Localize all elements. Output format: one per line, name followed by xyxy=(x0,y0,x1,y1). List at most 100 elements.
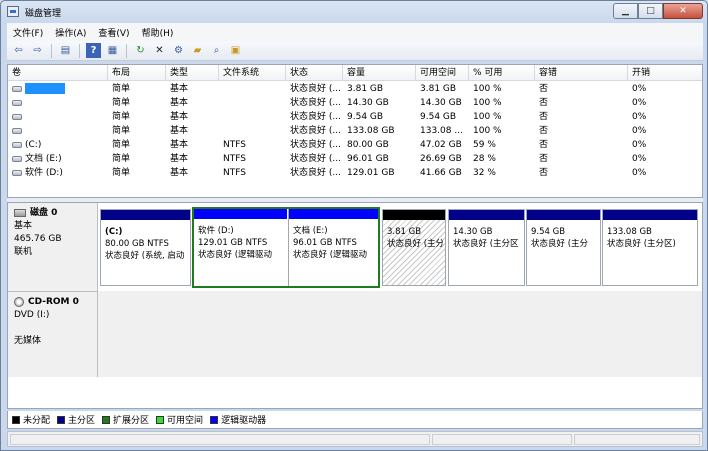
volume-layout: 简单 xyxy=(108,138,166,152)
volume-free-space-text: 133.08 ... xyxy=(420,126,463,136)
volume-row[interactable]: 简单 基本 状态良好 (... 14.30 GB 14.30 GB 100 % 否 0% xyxy=(8,96,702,110)
partition-c[interactable]: (C:) 80.00 GB NTFS 状态良好 (系统, 启动 xyxy=(100,209,191,286)
volume-list-header: 卷 布局 类型 文件系统 状态 容量 可用空间 % 可用 容错 开销 xyxy=(8,65,702,81)
partition-133-08gb[interactable]: 133.08 GB 状态良好 (主分区) xyxy=(602,209,698,286)
volume-row[interactable]: 简单 基本 状态良好 (... 3.81 GB 3.81 GB 100 % 否 0% xyxy=(8,82,702,96)
drive-icon xyxy=(12,113,22,120)
volume-filesystem-text: NTFS xyxy=(223,154,246,164)
disk-0-type: 基本 xyxy=(14,221,33,231)
close-button[interactable]: ✕ xyxy=(663,3,703,19)
volume-layout-text: 简单 xyxy=(112,112,131,122)
settings-icon[interactable]: ⚙ xyxy=(171,43,186,58)
partition-3-81gb[interactable]: 3.81 GB 状态良好 (主分 xyxy=(382,209,446,286)
drive-icon xyxy=(12,141,22,148)
disk-0-label[interactable]: 磁盘 0 基本 465.76 GB 联机 xyxy=(8,203,98,291)
column-header-volume[interactable]: 卷 xyxy=(8,65,108,81)
volume-fault-tolerance: 否 xyxy=(535,110,628,124)
volume-row[interactable]: (C:) 简单 基本 NTFS 状态良好 (... 80.00 GB 47.02 GB 59 … xyxy=(8,138,702,152)
menu-help[interactable]: 帮助(H) xyxy=(136,26,180,39)
partition-e[interactable]: 文档 (E:) 96.01 GB NTFS 状态良好 (逻辑驱动 xyxy=(288,209,378,286)
volume-percent-free-text: 100 % xyxy=(473,98,502,108)
volume-name: (C:) xyxy=(8,138,108,152)
volume-layout-text: 简单 xyxy=(112,98,131,108)
cdrom-0-type: DVD (I:) xyxy=(14,310,50,320)
volume-type: 基本 xyxy=(166,138,219,152)
menu-file[interactable]: 文件(F) xyxy=(7,26,49,39)
volume-name-text: (C:) xyxy=(25,140,42,150)
volume-status: 状态良好 (... xyxy=(286,166,343,180)
volume-layout: 简单 xyxy=(108,152,166,166)
search-icon[interactable]: ⌕ xyxy=(209,43,224,58)
volume-overhead-text: 0% xyxy=(632,112,647,122)
volume-fault-tolerance: 否 xyxy=(535,138,628,152)
back-icon[interactable]: ⇦ xyxy=(11,43,26,58)
volume-row[interactable]: 文档 (E:) 简单 基本 NTFS 状态良好 (... 96.01 GB 26.69 GB… xyxy=(8,152,702,166)
forward-icon[interactable]: ⇨ xyxy=(30,43,45,58)
properties-icon[interactable]: ▤ xyxy=(58,43,73,58)
volume-percent-free-text: 32 % xyxy=(473,168,496,178)
open-icon[interactable]: ▰ xyxy=(190,43,205,58)
volume-capacity-text: 3.81 GB xyxy=(347,84,384,94)
refresh-icon[interactable]: ↻ xyxy=(133,43,148,58)
partition-label: (C:) xyxy=(105,227,123,237)
volume-fault-tolerance-text: 否 xyxy=(539,98,549,108)
volume-overhead: 0% xyxy=(628,166,702,180)
delete-icon[interactable]: ✕ xyxy=(152,43,167,58)
volume-capacity-text: 14.30 GB xyxy=(347,98,389,108)
volume-capacity: 80.00 GB xyxy=(343,138,416,152)
volume-filesystem xyxy=(219,110,286,124)
cdrom-0-label[interactable]: CD-ROM 0 DVD (I:) 无媒体 xyxy=(8,291,98,377)
volume-status: 状态良好 (... xyxy=(286,152,343,166)
export-icon[interactable]: ▣ xyxy=(228,43,243,58)
volume-fault-tolerance: 否 xyxy=(535,166,628,180)
partition-9-54gb[interactable]: 9.54 GB 状态良好 (主分 xyxy=(526,209,601,286)
volume-capacity: 129.01 GB xyxy=(343,166,416,180)
column-header-overhead[interactable]: 开销 xyxy=(628,65,702,81)
cdrom-0-media-area xyxy=(98,291,702,377)
window-title: 磁盘管理 xyxy=(25,9,62,19)
column-header-free-space[interactable]: 可用空间 xyxy=(416,65,469,81)
volume-percent-free-text: 100 % xyxy=(473,112,502,122)
volume-free-space-text: 47.02 GB xyxy=(420,140,462,150)
legend-swatch xyxy=(57,415,66,424)
volume-fault-tolerance: 否 xyxy=(535,124,628,138)
disk-management-window: 磁盘管理 ▁ □ ✕ 文件(F) 操作(A) 查看(V) 帮助(H) ⇦ ⇨ ▤… xyxy=(0,0,708,451)
volume-layout: 简单 xyxy=(108,82,166,96)
volume-name xyxy=(8,96,108,110)
volume-row[interactable]: 简单 基本 状态良好 (... 133.08 GB 133.08 ... 100 % 否 0% xyxy=(8,124,702,138)
column-header-layout[interactable]: 布局 xyxy=(108,65,166,81)
minimize-button[interactable]: ▁ xyxy=(613,3,638,19)
partition-d[interactable]: 软件 (D:) 129.01 GB NTFS 状态良好 (逻辑驱动 xyxy=(194,209,287,286)
volume-percent-free: 28 % xyxy=(469,152,535,166)
volume-free-space-text: 3.81 GB xyxy=(420,84,457,94)
column-header-fault-tolerance[interactable]: 容错 xyxy=(535,65,628,81)
volume-type-text: 基本 xyxy=(170,112,189,122)
column-header-percent-free[interactable]: % 可用 xyxy=(469,65,535,81)
volume-status-text: 状态良好 (... xyxy=(290,84,341,94)
partition-status: 状态良好 (系统, 启动 xyxy=(105,251,185,261)
menu-action[interactable]: 操作(A) xyxy=(49,26,92,39)
volume-row[interactable]: 简单 基本 状态良好 (... 9.54 GB 9.54 GB 100 % 否 0% xyxy=(8,110,702,124)
column-header-type[interactable]: 类型 xyxy=(166,65,219,81)
console-icon[interactable]: ▦ xyxy=(105,43,120,58)
volume-row[interactable]: 软件 (D:) 简单 基本 NTFS 状态良好 (... 129.01 GB 41.66 G… xyxy=(8,166,702,180)
volume-status-text: 状态良好 (... xyxy=(290,112,341,122)
legend-swatch xyxy=(210,415,219,424)
partition-14-30gb[interactable]: 14.30 GB 状态良好 (主分区 xyxy=(448,209,525,286)
title-bar[interactable]: 磁盘管理 ▁ □ ✕ xyxy=(1,1,707,23)
partition-size: 129.01 GB NTFS xyxy=(198,238,268,248)
partition-status: 状态良好 (主分区 xyxy=(453,239,519,249)
volume-overhead: 0% xyxy=(628,138,702,152)
volume-filesystem: NTFS xyxy=(219,166,286,180)
primary-partition-bar xyxy=(449,210,524,220)
partition-size: 3.81 GB xyxy=(387,227,422,237)
volume-type: 基本 xyxy=(166,96,219,110)
column-header-filesystem[interactable]: 文件系统 xyxy=(219,65,286,81)
drive-icon xyxy=(12,127,22,134)
maximize-button[interactable]: □ xyxy=(638,3,663,19)
column-header-status[interactable]: 状态 xyxy=(286,65,343,81)
column-header-capacity[interactable]: 容量 xyxy=(343,65,416,81)
legend-label: 主分区 xyxy=(68,416,96,426)
help-icon[interactable]: ? xyxy=(86,43,101,58)
menu-view[interactable]: 查看(V) xyxy=(92,26,135,39)
